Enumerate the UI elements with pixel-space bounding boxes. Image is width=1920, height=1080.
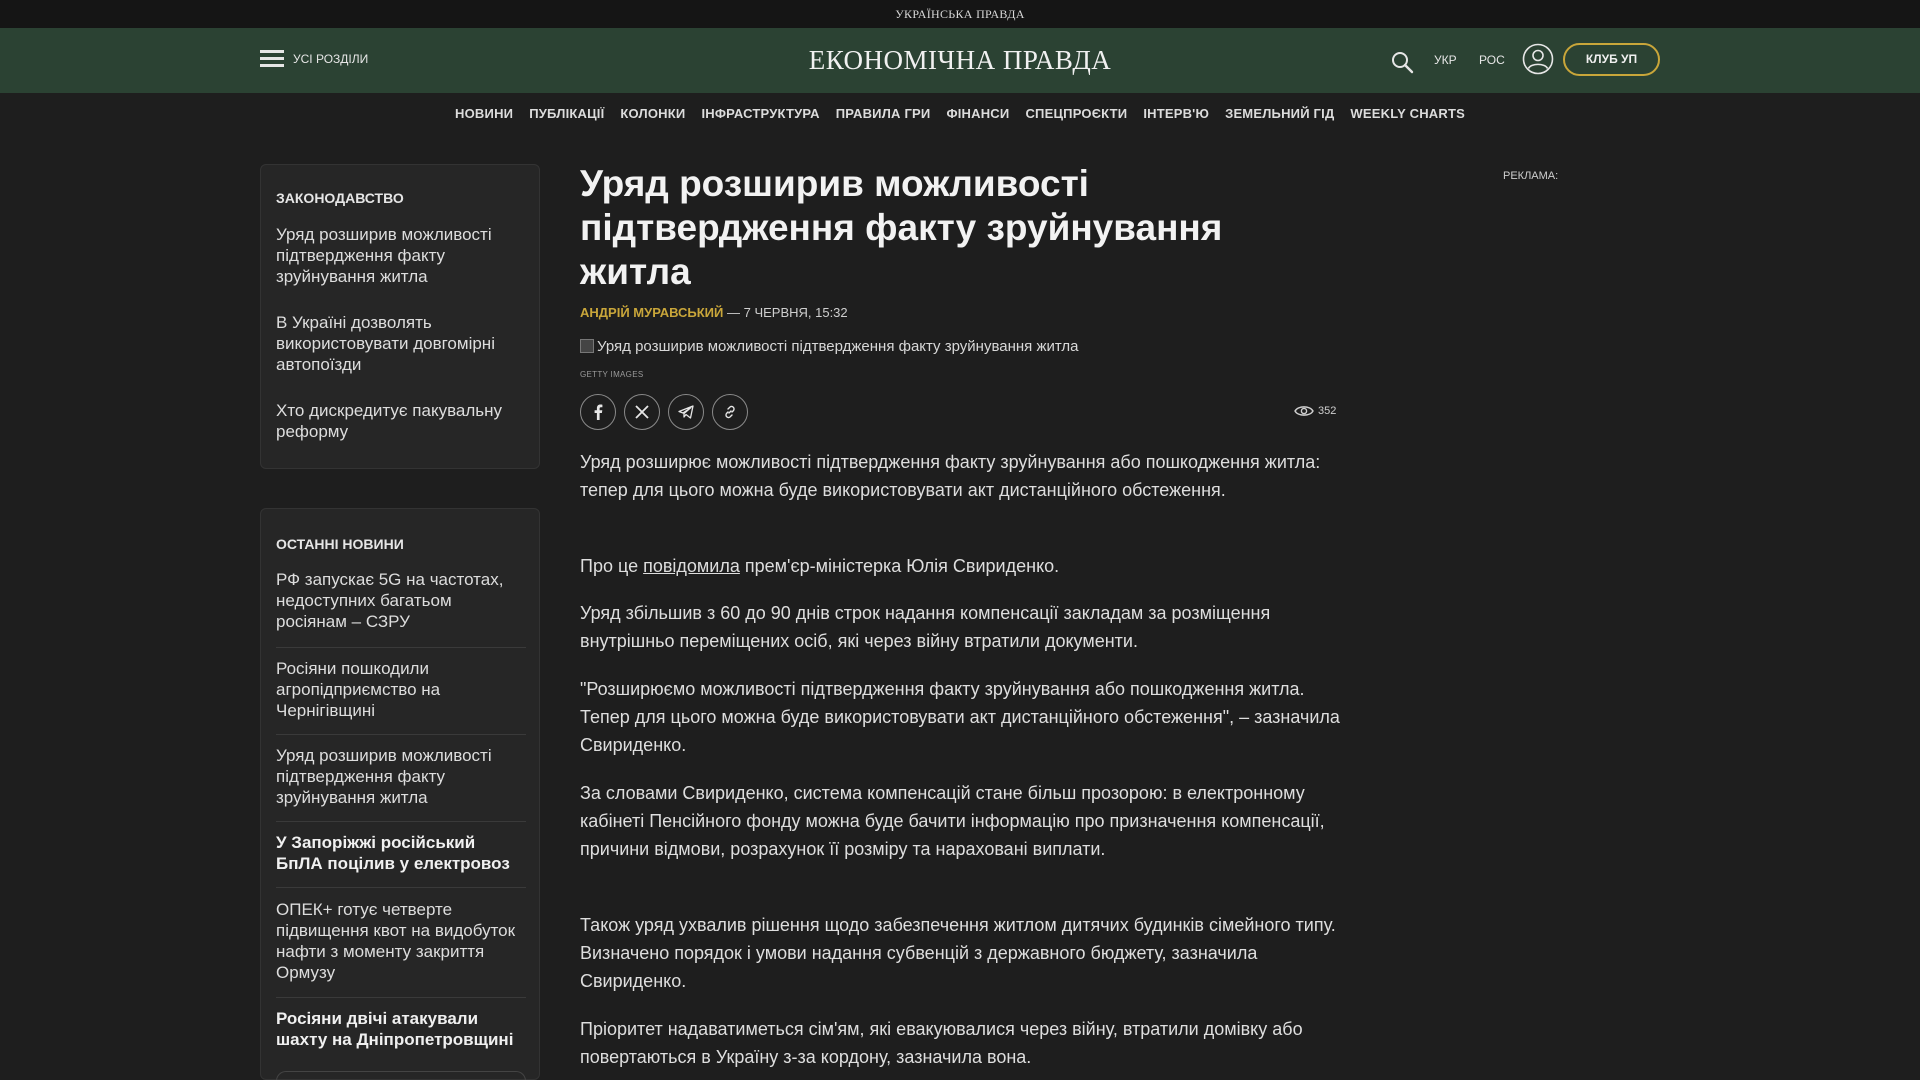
nav-item-columns[interactable]: КОЛОНКИ (620, 102, 685, 126)
nav-item-rules[interactable]: ПРАВИЛА ГРИ (836, 102, 931, 126)
paragraph-text: прем'єр-міністерка Юлія Свириденко. (739, 556, 1060, 576)
facebook-icon (594, 404, 603, 420)
latest-news-item[interactable]: Росіяни пошкодили агропідприємство на Че… (276, 658, 526, 721)
article-quote: "Розширюємо можливості підтвердження фак… (580, 679, 1340, 755)
article-paragraph: За словами Свириденко, система компенсац… (580, 783, 1325, 859)
nav-item-finance[interactable]: ФІНАНСИ (946, 102, 1009, 126)
article-paragraph: Про це повідомила прем'єр-міністерка Юлі… (580, 552, 1340, 580)
source-link[interactable]: повідомила (643, 556, 740, 576)
main-nav: НОВИНИ ПУБЛІКАЦІЇ КОЛОНКИ ІНФРАСТРУКТУРА… (0, 102, 1920, 126)
article-byline: АНДРІЙ МУРАВСЬКИЙ — 7 ЧЕРВНЯ, 15:32 (580, 305, 848, 320)
nav-item-news[interactable]: НОВИНИ (455, 102, 513, 126)
club-up-button[interactable]: КЛУБ УП (1563, 43, 1660, 76)
eye-icon (1294, 406, 1314, 416)
up-brand-link[interactable]: УКРАЇНСЬКА ПРАВДА (895, 7, 1025, 21)
divider (276, 647, 526, 648)
lang-ukr-link[interactable]: УКР (1434, 53, 1457, 67)
divider (276, 734, 526, 735)
divider (276, 997, 526, 998)
nav-item-infrastructure[interactable]: ІНФРАСТРУКТУРА (701, 102, 819, 126)
top-brand-strip: УКРАЇНСЬКА ПРАВДА (0, 0, 1920, 28)
divider (276, 887, 526, 888)
image-credit: GETTY IMAGES (580, 370, 644, 379)
paragraph-text: Про це (580, 556, 644, 576)
facebook-share-button[interactable] (580, 394, 616, 430)
article-paragraph: Уряд збільшив з 60 до 90 днів строк нада… (580, 603, 1271, 651)
nav-item-special-projects[interactable]: СПЕЦПРОЄКТИ (1025, 102, 1127, 126)
view-count: 352 (1318, 405, 1337, 417)
image-alt-text: Уряд розширив можливості підтвердження ф… (597, 338, 1079, 355)
nav-item-weekly-charts[interactable]: WEEKLY CHARTS (1350, 102, 1465, 126)
broken-image-icon (580, 339, 594, 353)
search-icon[interactable] (1390, 50, 1414, 74)
latest-news-title[interactable]: ОСТАННІ НОВИНИ (276, 536, 404, 552)
article-paragraph: Уряд розширює можливості підтвердження ф… (580, 452, 1321, 500)
latest-news-item[interactable]: Росіяни двічі атакували шахту на Дніпроп… (276, 1008, 526, 1050)
ad-label: РЕКЛАМА: (1503, 170, 1559, 182)
user-icon[interactable] (1522, 43, 1554, 75)
article-paragraph: Також уряд ухвалив рішення щодо забезпеч… (580, 915, 1336, 991)
article-date: — 7 ЧЕРВНЯ, 15:32 (726, 305, 848, 320)
nav-item-land-guide[interactable]: ЗЕМЕЛЬНИЙ ГІД (1225, 102, 1334, 126)
latest-news-item[interactable]: Уряд розширив можливості підтвердження ф… (276, 745, 526, 808)
telegram-share-button[interactable] (668, 394, 704, 430)
more-news-button[interactable] (276, 1071, 526, 1080)
author-link[interactable]: АНДРІЙ МУРАВСЬКИЙ (580, 305, 723, 320)
x-share-button[interactable] (624, 394, 660, 430)
copy-link-button[interactable] (712, 394, 748, 430)
x-icon (635, 405, 649, 419)
latest-news-card: ОСТАННІ НОВИНИ РФ запускає 5G на частота… (260, 508, 540, 1080)
latest-news-item[interactable]: У Запоріжжі російський БпЛА поцілив у ел… (276, 832, 526, 874)
legislation-title[interactable]: ЗАКОНОДАВСТВО (276, 190, 404, 206)
article-image: Уряд розширив можливості підтвердження ф… (580, 338, 1079, 355)
latest-news-item[interactable]: РФ запускає 5G на частотах, недоступних … (276, 569, 526, 632)
lang-ros-link[interactable]: РОС (1479, 53, 1505, 67)
nav-item-publications[interactable]: ПУБЛІКАЦІЇ (529, 102, 604, 126)
latest-news-item[interactable]: ОПЕК+ готує четверте підвищення квот на … (276, 899, 526, 983)
nav-item-interviews[interactable]: ІНТЕРВ'Ю (1143, 102, 1209, 126)
divider (276, 821, 526, 822)
article-paragraph: Пріоритет надаватиметься сім'ям, які ева… (580, 1019, 1303, 1067)
view-counter: 352 (1294, 404, 1336, 418)
legislation-item[interactable]: В Україні дозволять використовувати довг… (276, 312, 526, 375)
site-header: УСІ РОЗДІЛИ ЕКОНОМІЧНА ПРАВДА УКР РОС КЛ… (0, 28, 1920, 93)
legislation-item[interactable]: Хто дискредитує пакувальну реформу (276, 400, 526, 442)
legislation-item[interactable]: Уряд розширив можливості підтвердження ф… (276, 224, 526, 287)
legislation-card: ЗАКОНОДАВСТВО Уряд розширив можливості п… (260, 164, 540, 469)
article-title: Уряд розширив можливості підтвердження ф… (580, 163, 1223, 292)
link-icon (725, 405, 735, 419)
telegram-icon (678, 405, 694, 419)
